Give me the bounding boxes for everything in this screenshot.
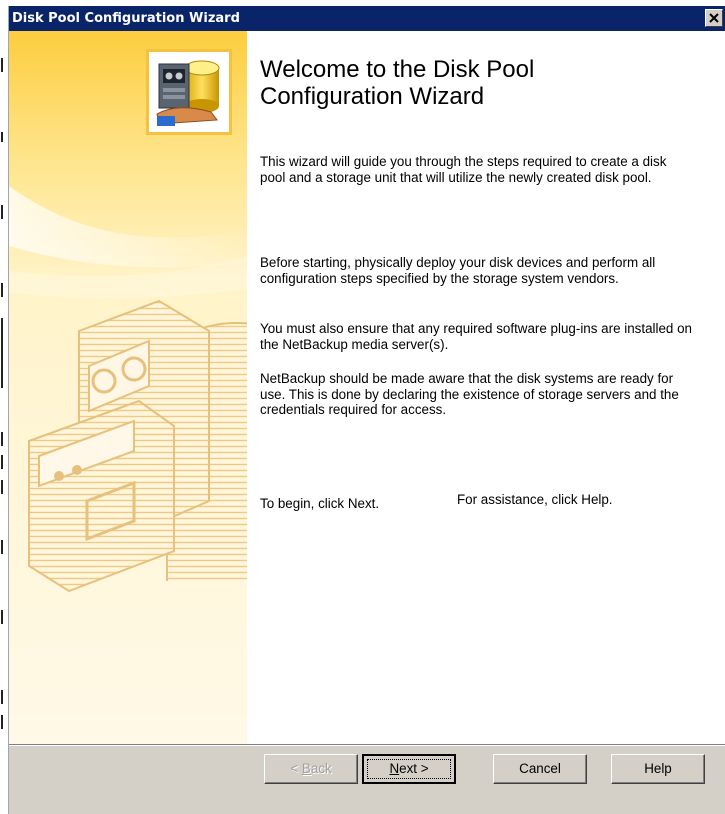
help-button[interactable]: Help <box>611 754 705 784</box>
help-instruction: For assistance, click Help. <box>457 492 613 507</box>
window-title: Disk Pool Configuration Wizard <box>12 11 240 26</box>
back-button-label: ack <box>310 761 332 776</box>
wizard-window: Disk Pool Configuration Wizard Welcome t… <box>8 6 725 814</box>
title-bar[interactable]: Disk Pool Configuration Wizard <box>9 6 725 31</box>
prerequisite-paragraph: Before starting, physically deploy your … <box>260 255 656 286</box>
close-icon <box>709 13 719 23</box>
back-button-mnemonic: B <box>301 761 311 776</box>
welcome-content: Welcome to the Disk Pool Configuration W… <box>260 31 720 744</box>
next-button[interactable]: Next > <box>362 754 456 784</box>
close-button[interactable] <box>705 9 723 27</box>
storage-server-paragraph: NetBackup should be made aware that the … <box>260 371 679 417</box>
intro-paragraph: This wizard will guide you through the s… <box>260 154 667 185</box>
begin-instruction: To begin, click Next. <box>260 496 380 511</box>
focus-rectangle <box>367 759 451 779</box>
back-button-prefix: < <box>290 761 302 776</box>
cancel-button[interactable]: Cancel <box>493 754 587 784</box>
back-button[interactable]: < Back <box>264 754 358 784</box>
wizard-side-panel <box>9 31 247 744</box>
page-title: Welcome to the Disk Pool Configuration W… <box>260 56 535 110</box>
wizard-button-bar: < Back Next > Cancel Help <box>9 744 725 814</box>
background-window-edge <box>0 0 8 814</box>
wizard-header-icon-frame <box>146 49 232 135</box>
disk-pool-wizard-icon <box>156 60 220 126</box>
plugin-paragraph: You must also ensure that any required s… <box>260 321 692 352</box>
